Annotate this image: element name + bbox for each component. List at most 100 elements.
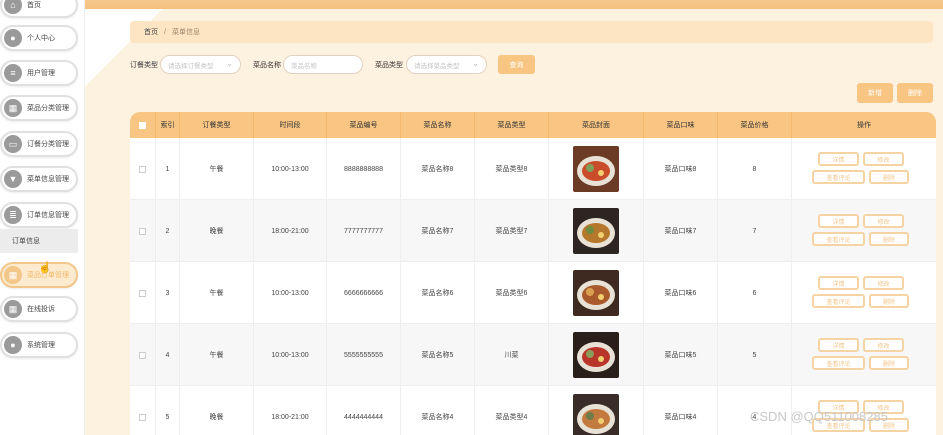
view-comments-button[interactable]: 查看评论 <box>812 170 865 184</box>
sidebar-item-label: 系统管理 <box>27 342 55 349</box>
cell-taste: 菜品口味6 <box>644 262 718 324</box>
select-all-checkbox[interactable] <box>139 121 146 129</box>
hand-cursor-icon: ☝ <box>38 262 52 274</box>
cell-index: 1 <box>156 138 180 200</box>
cell-price: 6 <box>718 262 792 324</box>
dish-type-select[interactable]: 请选择菜品类型 ⌄ <box>406 55 487 74</box>
table-row: 1 午餐 10:00-13:00 8888888888 菜品名称8 菜品类型8 菜品口味8 8… <box>130 138 936 200</box>
view-comments-button[interactable]: 查看评论 <box>812 356 865 370</box>
header-actions: 操作 <box>857 122 871 129</box>
filter-icon: ▼ <box>4 170 22 188</box>
cell-code: 7777777777 <box>327 200 401 262</box>
row-checkbox[interactable] <box>139 351 146 359</box>
cell-price: 5 <box>718 324 792 386</box>
edit-button[interactable]: 修改 <box>863 276 904 290</box>
grid-icon: ▦ <box>4 99 22 117</box>
cell-type: 菜品类型6 <box>475 262 549 324</box>
breadcrumb-home[interactable]: 首页 <box>144 27 158 37</box>
row-delete-button[interactable]: 删除 <box>869 232 909 246</box>
user-icon: ● <box>4 29 22 47</box>
cell-cover <box>549 262 644 324</box>
cell-code: 6666666666 <box>327 262 401 324</box>
detail-button[interactable]: 详情 <box>818 338 859 352</box>
home-icon: ⌂ <box>4 0 22 14</box>
cell-time: 10:00-13:00 <box>254 324 327 386</box>
sidebar-item-order-info[interactable]: ≣ 订单信息管理 <box>0 202 78 228</box>
order-type-placeholder: 请选择订餐类型 <box>168 62 214 70</box>
cell-price: 7 <box>718 200 792 262</box>
row-checkbox[interactable] <box>139 289 146 297</box>
cell-price: 8 <box>718 138 792 200</box>
chevron-down-icon: ⌄ <box>472 59 479 68</box>
detail-button[interactable]: 详情 <box>818 152 859 166</box>
add-button[interactable]: 新增 <box>857 83 893 103</box>
dish-name-placeholder: 菜品名称 <box>291 62 317 70</box>
grid-icon: ▦ <box>4 300 22 318</box>
sidebar-item-home[interactable]: ⌂ 首页 <box>0 0 78 18</box>
delete-button[interactable]: 删除 <box>897 83 933 103</box>
dish-cover-image <box>573 270 619 316</box>
breadcrumb-separator: / <box>164 28 166 36</box>
sidebar-item-label: 菜单信息管理 <box>27 176 69 183</box>
row-checkbox[interactable] <box>139 165 146 173</box>
sidebar-item-label: 订单信息管理 <box>27 212 69 219</box>
cell-order-type: 午餐 <box>180 324 254 386</box>
cell-type: 菜品类型8 <box>475 138 549 200</box>
sidebar-item-complaints[interactable]: ▦ 在线投诉 <box>0 296 78 322</box>
header-taste: 菜品口味 <box>644 112 718 138</box>
breadcrumb-current: 菜单信息 <box>171 29 200 36</box>
order-type-label: 订餐类型 <box>130 62 158 69</box>
edit-button[interactable]: 修改 <box>863 214 904 228</box>
sidebar-item-label: 首页 <box>27 2 41 9</box>
row-delete-button[interactable]: 删除 <box>869 294 909 308</box>
cell-order-type: 午餐 <box>180 262 254 324</box>
search-button[interactable]: 查询 <box>498 55 535 74</box>
sidebar-item-order-category[interactable]: ▭ 订餐分类管理 <box>0 131 78 157</box>
row-delete-button[interactable]: 删除 <box>869 170 909 184</box>
watermark: CSDN @QQ511008285 <box>750 409 888 424</box>
cell-code: 5555555555 <box>327 324 401 386</box>
cell-type: 菜品类型4 <box>475 386 549 435</box>
sidebar-item-label: 在线投诉 <box>27 306 55 313</box>
submenu-item-order-info[interactable]: 订单信息 <box>0 229 78 253</box>
cell-taste: 菜品口味4 <box>644 386 718 435</box>
row-delete-button[interactable]: 删除 <box>869 356 909 370</box>
sidebar-item-users[interactable]: ≡ 用户管理 <box>0 60 78 86</box>
row-select-cell <box>130 386 156 435</box>
view-comments-button[interactable]: 查看评论 <box>812 294 865 308</box>
sidebar: ⌂ 首页 ● 个人中心 ≡ 用户管理 ▦ 菜品分类管理 ▭ 订餐分类管理 ▼ 菜… <box>0 0 85 435</box>
cell-taste: 菜品口味7 <box>644 200 718 262</box>
edit-button[interactable]: 修改 <box>863 338 904 352</box>
cell-type: 菜品类型7 <box>475 200 549 262</box>
edit-button[interactable]: 修改 <box>863 152 904 166</box>
cell-index: 4 <box>156 324 180 386</box>
cell-actions: 详情 修改查看评论 删除 <box>792 200 936 262</box>
sidebar-item-menu-info[interactable]: ▼ 菜单信息管理 <box>0 166 78 192</box>
detail-button[interactable]: 详情 <box>818 214 859 228</box>
cell-cover <box>549 324 644 386</box>
header-code: 菜品编号 <box>327 112 401 138</box>
dish-name-input[interactable]: 菜品名称 <box>283 55 363 74</box>
order-type-select[interactable]: 请选择订餐类型 ⌄ <box>160 55 241 74</box>
dish-cover-image <box>573 394 619 435</box>
chevron-down-icon: ⌄ <box>226 59 233 68</box>
sidebar-item-dish-category[interactable]: ▦ 菜品分类管理 <box>0 95 78 121</box>
sidebar-item-profile[interactable]: ● 个人中心 <box>0 25 78 51</box>
detail-button[interactable]: 详情 <box>818 276 859 290</box>
cell-type: 川菜 <box>475 324 549 386</box>
cell-order-type: 晚餐 <box>180 386 254 435</box>
row-checkbox[interactable] <box>139 227 146 235</box>
list-icon: ≣ <box>4 206 22 224</box>
dish-cover-image <box>573 208 619 254</box>
row-checkbox[interactable] <box>139 413 146 421</box>
cell-actions: 详情 修改查看评论 删除 <box>792 138 936 200</box>
view-comments-button[interactable]: 查看评论 <box>812 232 865 246</box>
sidebar-item-system[interactable]: ● 系统管理 <box>0 332 78 358</box>
top-bar <box>85 0 943 9</box>
cell-name: 菜品名称6 <box>401 262 475 324</box>
header-cover: 菜品封面 <box>549 112 644 138</box>
cell-time: 10:00-13:00 <box>254 262 327 324</box>
header-price: 菜品价格 <box>718 112 792 138</box>
cell-code: 8888888888 <box>327 138 401 200</box>
cell-time: 10:00-13:00 <box>254 138 327 200</box>
